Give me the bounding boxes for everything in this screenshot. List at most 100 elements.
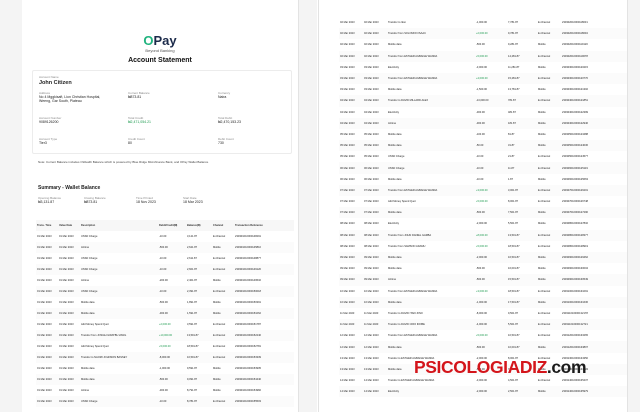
cell-channel: E-Channel: [537, 28, 561, 40]
cell-amount: -1,000.00: [475, 296, 507, 308]
cell-amount: -500.00: [476, 267, 485, 271]
table-row: 08 Mar 2023 08 Mar 2023 Transfer from JOHN…: [339, 229, 627, 241]
table-row: 01 Mar 2023 01 Mar 2023 Airtime -200.00 2,40…: [36, 275, 294, 286]
cell-amount: -10.00: [159, 257, 167, 260]
table-row: 03 Mar 2023 03 Mar 2023 Electricity -3,000.…: [339, 62, 627, 73]
cell-description: Electricity: [387, 386, 475, 398]
table-row: 01 Mar 2023 01 Mar 2023 Mobile data -1,000.…: [36, 363, 294, 374]
cell-value-date: 09 Mar 2023: [364, 267, 379, 271]
cell-value-date: 05 Mar 2023: [363, 140, 387, 152]
cell-trans-time: 02 Mar 2023: [340, 21, 355, 25]
cell-description: Transfer from JOHN DANIEL GARBA: [387, 229, 475, 241]
table-row: 02 Mar 2023 02 Mar 2023 Mobile data -500.00…: [339, 39, 627, 50]
cell-value-date: 05 Mar 2023: [364, 155, 379, 159]
cell-reference: 230312010000133807: [561, 341, 627, 353]
cell-amount: +5,000.00: [159, 345, 171, 348]
table-row: 01 Mar 2023 01 Mar 2023 Airtime -500.00 2,62…: [36, 242, 294, 253]
cell-value-date: 14 Mar 2023: [364, 379, 379, 383]
cell-value-date: 09 Mar 2023: [363, 251, 387, 264]
account-number-value: 9089126200: [39, 120, 59, 124]
header-channel: Channel: [212, 220, 234, 231]
table-row: 01 Mar 2023 01 Mar 2023 USSD Charge -10.00 8…: [36, 396, 294, 407]
table-row: 05 Mar 2023 05 Mar 2023 Mobile data -100.00…: [339, 129, 627, 140]
cell-reference: 230301010000155503: [234, 396, 294, 407]
time-printed-value: 18 Nov 2023: [136, 200, 156, 204]
cell-reference: 230301010000150391: [235, 301, 261, 304]
closing-balance-value: ₦873.81: [84, 200, 98, 204]
cell-amount: -10.00: [159, 235, 167, 238]
cell-value-date: 01 Mar 2023: [59, 279, 74, 282]
cell-channel: E-Channel: [537, 72, 561, 85]
cell-description: USSD Charge: [81, 235, 98, 238]
cell-description: Mobile data: [387, 207, 475, 219]
cell-trans-time: 01 Mar 2023: [37, 367, 52, 370]
cell-reference: 230311010000132721: [561, 319, 627, 331]
current-balance-value: ₦873.81: [128, 95, 142, 99]
cell-channel: Mobile: [538, 110, 546, 114]
table-row: 01 Mar 2023 01 Mar 2023 Airtime -300.00 8,79…: [36, 385, 294, 396]
cell-balance: 9,091.87: [186, 374, 212, 385]
cell-trans-time: 04 Mar 2023: [339, 117, 363, 129]
cell-balance: 16,501.87: [507, 251, 537, 264]
cell-channel: Mobile: [538, 267, 546, 271]
cell-description: Airtime: [81, 389, 90, 392]
cell-description: Transfer from ESTHER AGBAIGE WANDA: [388, 334, 438, 338]
statement-page-1: OPay Beyond Banking Account Statement Ac…: [22, 0, 299, 412]
cell-reference: 230303010000120770: [561, 72, 627, 85]
debit-count-value: 730: [218, 141, 224, 145]
opay-logo: OPay Beyond Banking: [22, 32, 298, 53]
cell-balance: 1.87: [508, 177, 514, 181]
cell-description: USSD Charge: [387, 162, 475, 174]
table-row: 10 Mar 2023 10 Mar 2023 Transfer from ESTH…: [339, 286, 627, 297]
cell-balance: 9,501.87: [508, 311, 519, 315]
cell-balance: 13,501.87: [507, 229, 537, 241]
cell-description: Mobile data: [81, 301, 95, 304]
cell-amount: +2,000.00: [159, 323, 171, 326]
cell-description: Electricity: [388, 222, 400, 226]
cell-value-date: 02 Mar 2023: [363, 28, 387, 40]
cell-amount: -1,500.00: [476, 88, 487, 92]
cell-channel: E-Channel: [212, 286, 234, 297]
table-row: 06 Mar 2023 06 Mar 2023 USSD Charge -10.00 1…: [339, 162, 627, 174]
cell-balance: 15,281.87: [507, 72, 537, 85]
table-row: 07 Mar 2023 07 Mar 2023 Transfer from ESTH…: [339, 184, 627, 196]
cell-amount: -500.00: [475, 341, 507, 353]
address-value: No 4 Mggkisaft, Lion Christian Hospital,…: [39, 95, 101, 103]
cell-amount: -3,000.00: [476, 65, 487, 69]
cell-balance: 7,501.87: [507, 207, 537, 219]
cell-reference: 230309010000130549: [561, 274, 627, 286]
cell-reference: 230301010000153905: [235, 367, 261, 370]
cell-trans-time: 08 Mar 2023: [340, 244, 355, 248]
cell-trans-time: 01 Mar 2023: [37, 257, 52, 260]
cell-value-date: 06 Mar 2023: [363, 162, 387, 174]
table-row: 01 Mar 2023 01 Mar 2023 Mobile data -300.00…: [36, 308, 294, 319]
opening-balance-value: ₦3,131.87: [38, 200, 55, 204]
cell-trans-time: 03 Mar 2023: [340, 88, 355, 92]
table-row: 03 Mar 2023 03 Mar 2023 Transfer from ESTH…: [339, 72, 627, 85]
cell-description: Mobile data: [387, 140, 475, 152]
table-row: 12 Mar 2023 12 Mar 2023 Transfer from ESTH…: [339, 330, 627, 341]
debit-count-field: Debit Count 730: [218, 137, 234, 145]
balance-note: Note: Current Balance includes OWealth B…: [38, 160, 209, 164]
account-type-value: Tier3: [39, 141, 47, 145]
total-debit-field: Total Debit ₦2,470,153.23: [218, 116, 241, 124]
cell-trans-time: 03 Mar 2023: [339, 72, 363, 85]
cell-amount: -500.00: [475, 274, 507, 286]
cell-trans-time: 10 Mar 2023: [340, 289, 355, 293]
cell-balance: 10,501.87: [508, 334, 520, 338]
cell-channel: Mobile: [537, 251, 561, 264]
cell-balance: 18,591.87: [187, 345, 199, 348]
cell-balance: 13,591.87: [186, 330, 212, 341]
cell-amount: +10,000.00: [158, 330, 186, 341]
cell-value-date: 13 Mar 2023: [363, 363, 387, 375]
cell-value-date: 10 Mar 2023: [364, 289, 379, 293]
currency-value: Naira: [218, 95, 227, 99]
viewer-background-right: [627, 0, 640, 412]
cell-channel: Mobile: [538, 43, 546, 47]
cell-description: Add Money Spend Quot: [81, 345, 109, 348]
cell-balance: 181.87: [507, 117, 537, 129]
cell-value-date: 05 Mar 2023: [364, 132, 379, 136]
table-row: 01 Mar 2023 01 Mar 2023 Add Money Spend Qu…: [36, 341, 294, 352]
table-row: 05 Mar 2023 05 Mar 2023 Mobile data -50.00 3…: [339, 140, 627, 152]
table-row: 04 Mar 2023 04 Mar 2023 Airtime -300.00 181.…: [339, 117, 627, 129]
